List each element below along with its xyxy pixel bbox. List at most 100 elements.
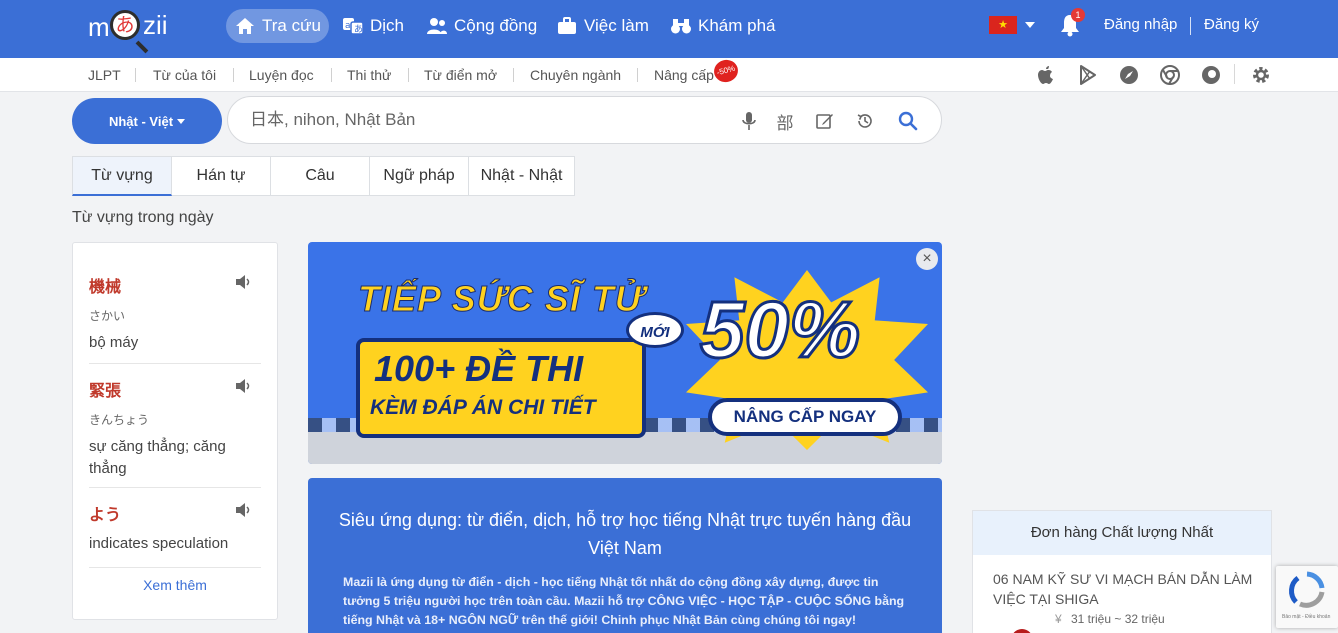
close-banner-icon[interactable]: × [916, 248, 938, 270]
banner-offer-line1: 100+ ĐỀ THI [374, 348, 584, 389]
tab-ngu-phap[interactable]: Ngữ pháp [370, 156, 469, 196]
mazii-logo[interactable]: m あ zii [88, 6, 178, 54]
language-pair-label: Nhật - Việt [108, 113, 174, 129]
nav-cong-dong[interactable]: Cộng đồng [418, 9, 545, 43]
vietnam-flag-icon[interactable]: ★ [989, 16, 1017, 34]
about-description: Mazii là ứng dụng từ điển - dịch - học t… [343, 575, 905, 627]
banner-discount: 50% [698, 284, 861, 376]
daily-word-item[interactable]: 緊張 きんちょう sự căng thẳng; căng thẳng [89, 377, 261, 480]
subnav-specialized[interactable]: Chuyên ngành [530, 67, 621, 83]
logo-text-right: zii [143, 10, 168, 40]
recaptcha-badge[interactable]: Bảo mật - Điều khoản [1276, 566, 1338, 628]
nav-label: Khám phá [698, 16, 776, 35]
about-title: Siêu ứng dụng: từ điển, dịch, hỗ trợ học… [338, 510, 912, 558]
yen-icon: ¥ [1055, 612, 1062, 626]
svg-text:a: a [345, 21, 351, 31]
subnav-open-dictionary[interactable]: Từ điển mở [424, 67, 497, 83]
search-box: 部 [227, 96, 942, 144]
see-more-link[interactable]: Xem thêm [73, 577, 277, 593]
language-dropdown-icon[interactable] [1025, 22, 1035, 28]
subnav-my-words[interactable]: Từ của tôi [153, 67, 216, 83]
word-meaning: sự căng thẳng; căng thẳng [89, 438, 226, 477]
subnav-divider [233, 68, 234, 82]
history-icon[interactable] [854, 110, 876, 132]
subnav-reading[interactable]: Luyện đọc [249, 67, 314, 83]
users-icon [426, 17, 448, 35]
banner-title: TIẾP SỨC SĨ TỬ [358, 278, 645, 320]
search-icon[interactable] [897, 110, 919, 132]
about-card: Siêu ứng dụng: từ điển, dịch, hỗ trợ học… [308, 478, 942, 633]
promo-banner[interactable]: TIẾP SỨC SĨ TỬ 100+ ĐỀ THI KÈM ĐÁP ÁN CH… [308, 242, 942, 464]
logo-text-left: m [88, 12, 110, 42]
tab-cau[interactable]: Câu [271, 156, 370, 196]
subnav-divider [513, 68, 514, 82]
banner-upgrade-button[interactable]: NÂNG CẤP NGAY [708, 398, 902, 436]
word-reading: きんちょう [89, 413, 150, 427]
tab-tu-vung[interactable]: Từ vựng [72, 156, 172, 196]
search-input[interactable] [250, 107, 720, 133]
subnav-divider [408, 68, 409, 82]
recaptcha-terms[interactable]: Bảo mật - Điều khoản [1282, 614, 1330, 620]
nav-label: Dịch [370, 16, 405, 35]
job-title-link[interactable]: 06 NAM KỸ SƯ VI MẠCH BÁN DẪN LÀM VIỆC TẠ… [993, 569, 1253, 609]
word-divider [89, 487, 261, 488]
word-divider [89, 567, 261, 568]
nav-tra-cuu[interactable]: Tra cứu [226, 9, 329, 43]
home-icon [234, 17, 256, 35]
job-salary: 31 triệu ~ 32 triệu [1071, 612, 1165, 626]
daily-word-item[interactable]: 機械 さかい bộ máy [89, 273, 261, 354]
word-divider [89, 363, 261, 364]
nav-label: Việc làm [584, 16, 649, 35]
app-icons-divider [1234, 64, 1235, 84]
job-orders-card: Đơn hàng Chất lượng Nhất 06 NAM KỸ SƯ VI… [972, 510, 1272, 633]
firefox-icon[interactable] [1201, 65, 1221, 85]
binoculars-icon [670, 17, 692, 35]
chrome-icon[interactable] [1160, 65, 1180, 85]
subnav-mock-test[interactable]: Thi thử [347, 67, 391, 83]
nav-viec-lam[interactable]: Việc làm [548, 9, 657, 43]
company-logo [1011, 629, 1033, 633]
daily-vocabulary-heading: Từ vựng trong ngày [72, 209, 214, 226]
word-reading: さかい [89, 309, 126, 323]
language-pair-selector[interactable]: Nhật - Việt [72, 98, 222, 144]
translate-icon: aあ [342, 17, 364, 35]
settings-icon[interactable] [1251, 65, 1271, 85]
safari-icon[interactable] [1119, 65, 1139, 85]
caret-down-icon [177, 118, 186, 124]
nav-label: Cộng đồng [454, 16, 538, 35]
daily-vocabulary-card: 機械 さかい bộ máy 緊張 きんちょう sự căng thẳng; că… [72, 242, 278, 620]
svg-text:あ: あ [354, 24, 363, 35]
subnav-jlpt[interactable]: JLPT [88, 67, 121, 83]
tab-han-tu[interactable]: Hán tự [172, 156, 271, 196]
register-link[interactable]: Đăng ký [1204, 16, 1259, 33]
daily-word-item[interactable]: よう indicates speculation [89, 501, 261, 555]
recaptcha-icon [1289, 571, 1325, 608]
logo-magnifier-icon: あ [110, 10, 140, 40]
radical-search-icon[interactable]: 部 [774, 110, 796, 134]
handwriting-icon[interactable] [814, 110, 836, 132]
nav-kham-pha[interactable]: Khám phá [662, 9, 784, 43]
subnav-divider [331, 68, 332, 82]
banner-offer-box: 100+ ĐỀ THI KÈM ĐÁP ÁN CHI TIẾT [356, 338, 646, 438]
nav-dich[interactable]: aあ Dịch [334, 9, 412, 43]
tab-nhat-nhat[interactable]: Nhật - Nhật [469, 156, 575, 196]
speaker-icon[interactable] [235, 503, 251, 517]
logo-magnifier-handle [135, 40, 149, 54]
banner-offer-line2: KÈM ĐÁP ÁN CHI TIẾT [370, 396, 596, 419]
nav-label: Tra cứu [262, 16, 321, 35]
auth-divider [1190, 17, 1191, 35]
banner-new-tag: MỚI [626, 312, 684, 348]
subnav-upgrade[interactable]: Nâng cấp [654, 67, 714, 83]
microphone-icon[interactable] [738, 110, 760, 132]
speaker-icon[interactable] [235, 379, 251, 393]
login-link[interactable]: Đăng nhập [1104, 16, 1177, 33]
apple-icon[interactable] [1036, 65, 1056, 85]
google-play-icon[interactable] [1078, 65, 1098, 85]
subnav-divider [637, 68, 638, 82]
notification-count-badge: 1 [1071, 8, 1085, 22]
speaker-icon[interactable] [235, 275, 251, 289]
subnav-divider [135, 68, 136, 82]
word-meaning: bộ máy [89, 334, 139, 351]
search-type-tabs: Từ vựng Hán tự Câu Ngữ pháp Nhật - Nhật [72, 156, 575, 196]
top-navigation-bar: m あ zii Tra cứu aあ Dịch Cộng đồng Việc l… [0, 0, 1338, 58]
